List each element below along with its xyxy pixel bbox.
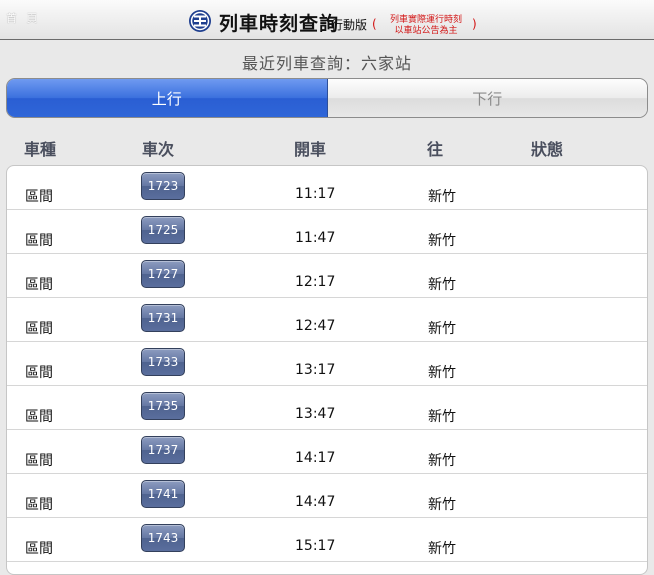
destination: 新竹 xyxy=(428,189,456,205)
train-number-button[interactable]: 1735 xyxy=(141,392,185,420)
table-row: 區間 1743 15:17 新竹 xyxy=(7,518,647,562)
departure-time: 14:17 xyxy=(295,450,336,466)
notice-open-paren: ( xyxy=(372,17,377,31)
train-type: 區間 xyxy=(25,189,53,205)
table-row: 區間 1723 11:17 新竹 xyxy=(7,166,647,210)
destination: 新竹 xyxy=(428,409,456,425)
table-row: 區間 1725 11:47 新竹 xyxy=(7,210,647,254)
table-row: 區間 1735 13:47 新竹 xyxy=(7,386,647,430)
table-row: 區間 1737 14:17 新竹 xyxy=(7,430,647,474)
train-number-button[interactable]: 1731 xyxy=(141,304,185,332)
departure-time: 15:17 xyxy=(295,538,336,554)
destination: 新竹 xyxy=(428,321,456,337)
destination: 新竹 xyxy=(428,541,456,557)
train-number-button[interactable]: 1727 xyxy=(141,260,185,288)
header-bar: 首 頁 列車時刻查詢 行動版 ( 列車實際運行時刻 以車站公告為主 ) xyxy=(0,0,654,40)
departure-time: 11:17 xyxy=(295,186,336,202)
tab-southbound[interactable]: 下行 xyxy=(327,79,647,117)
train-type: 區間 xyxy=(25,365,53,381)
station-title: 最近列車查詢：六家站 xyxy=(241,54,412,73)
train-number-button[interactable]: 1725 xyxy=(141,216,185,244)
table-row: 區間 1727 12:17 新竹 xyxy=(7,254,647,298)
column-header-train-number: 車次 xyxy=(142,140,175,159)
departure-time: 12:17 xyxy=(295,274,336,290)
column-headers: 車種 車次 開車 往 狀態 xyxy=(0,136,654,160)
column-header-destination: 往 xyxy=(427,140,444,159)
train-number-button[interactable]: 1733 xyxy=(141,348,185,376)
departure-time: 13:47 xyxy=(295,406,336,422)
train-table: 區間 1723 11:17 新竹 區間 1725 11:47 新竹 區間 172… xyxy=(6,165,648,575)
departure-time: 12:47 xyxy=(295,318,336,334)
departure-time: 14:47 xyxy=(295,494,336,510)
departure-time: 13:17 xyxy=(295,362,336,378)
notice-line-2: 以車站公告為主 xyxy=(394,26,458,36)
train-type: 區間 xyxy=(25,541,53,557)
column-header-status: 狀態 xyxy=(531,140,564,159)
direction-tabs: 上行 下行 xyxy=(6,78,648,118)
table-row: 區間 1731 12:47 新竹 xyxy=(7,298,647,342)
departure-time: 11:47 xyxy=(295,230,336,246)
column-header-departure: 開車 xyxy=(294,140,327,159)
train-number-button[interactable]: 1741 xyxy=(141,480,185,508)
train-type: 區間 xyxy=(25,409,53,425)
app-subtitle: 行動版 xyxy=(331,18,368,32)
table-row: 區間 1741 14:47 新竹 xyxy=(7,474,647,518)
train-number-button[interactable]: 1723 xyxy=(141,172,185,200)
destination: 新竹 xyxy=(428,233,456,249)
timetable-notice: ( 列車實際運行時刻 以車站公告為主 ) xyxy=(372,14,480,38)
destination: 新竹 xyxy=(428,277,456,293)
column-header-train-type: 車種 xyxy=(24,140,57,159)
train-type: 區間 xyxy=(25,497,53,513)
train-number-button[interactable]: 1743 xyxy=(141,524,185,552)
destination: 新竹 xyxy=(428,497,456,513)
notice-line-1: 列車實際運行時刻 xyxy=(389,15,462,25)
home-link[interactable]: 首 頁 xyxy=(6,10,41,26)
app-title: 列車時刻查詢 xyxy=(219,13,340,35)
train-type: 區間 xyxy=(25,277,53,293)
destination: 新竹 xyxy=(428,365,456,381)
train-type: 區間 xyxy=(25,453,53,469)
train-type: 區間 xyxy=(25,233,53,249)
tab-northbound[interactable]: 上行 xyxy=(7,79,328,117)
table-row: 區間 1733 13:17 新竹 xyxy=(7,342,647,386)
train-type: 區間 xyxy=(25,321,53,337)
destination: 新竹 xyxy=(428,453,456,469)
train-number-button[interactable]: 1737 xyxy=(141,436,185,464)
notice-close-paren: ) xyxy=(472,17,477,31)
tra-logo-icon xyxy=(189,10,211,32)
